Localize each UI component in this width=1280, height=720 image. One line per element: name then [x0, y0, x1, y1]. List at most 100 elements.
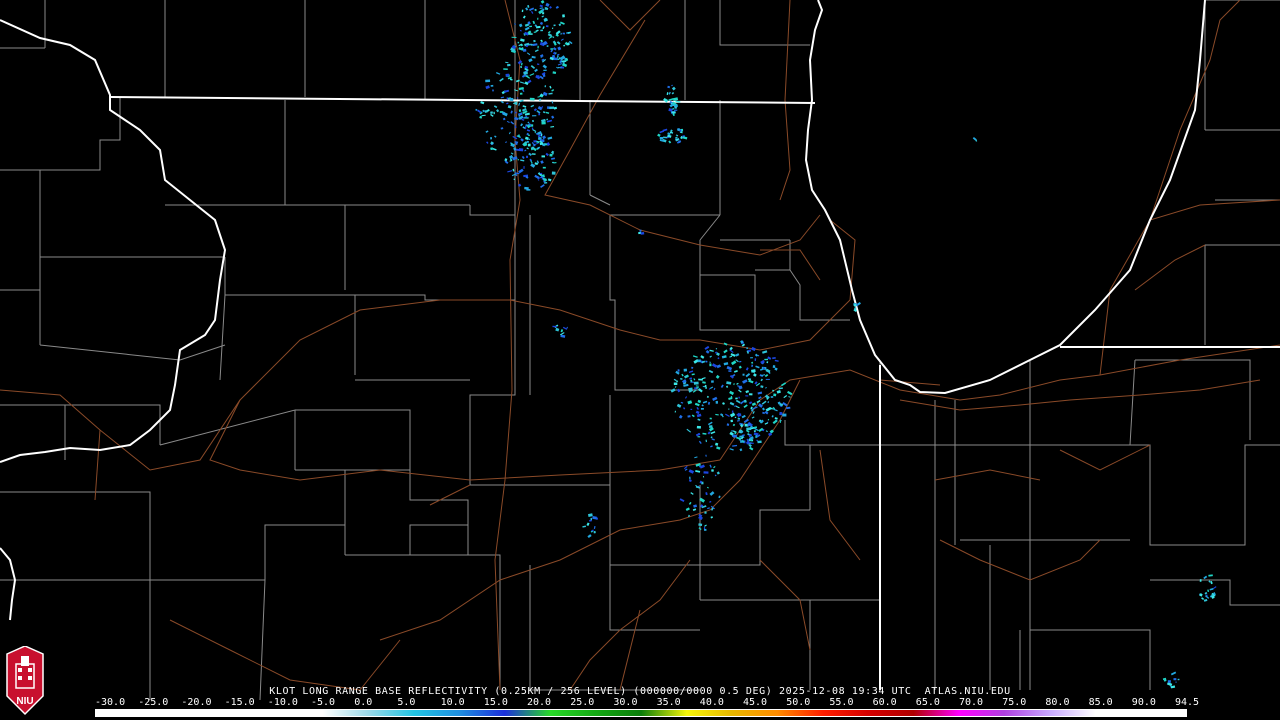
- legend-tick-label: 70.0: [959, 697, 984, 708]
- radar-echo: [676, 138, 679, 141]
- radar-echo: [518, 134, 520, 137]
- radar-echo: [698, 378, 703, 381]
- radar-echo: [709, 417, 712, 420]
- legend-tick-label: -20.0: [181, 697, 212, 708]
- radar-echo: [690, 408, 693, 411]
- radar-echo: [696, 425, 701, 429]
- radar-echo: [513, 178, 515, 181]
- radar-echo: [562, 32, 565, 35]
- radar-echo: [526, 140, 529, 143]
- radar-echo: [1177, 678, 1180, 681]
- radar-echo: [485, 79, 491, 83]
- legend-tick-label: 85.0: [1088, 697, 1113, 708]
- radar-echo: [518, 148, 524, 152]
- radar-echo: [550, 48, 554, 50]
- radar-echo: [782, 413, 787, 417]
- radar-echo: [745, 395, 749, 397]
- radar-echo: [750, 357, 753, 359]
- legend-tick-label: 30.0: [613, 697, 638, 708]
- radar-echo: [544, 7, 547, 10]
- radar-echo: [499, 111, 504, 113]
- radar-echo: [734, 416, 737, 419]
- legend-tick-label: 65.0: [915, 697, 940, 708]
- radar-echo: [770, 396, 774, 398]
- radar-echo: [747, 378, 752, 381]
- radar-echo: [527, 134, 530, 136]
- radar-echo: [728, 370, 732, 372]
- radar-echo: [490, 137, 493, 140]
- radar-echo: [493, 111, 495, 115]
- radar-echo: [514, 111, 517, 114]
- radar-echo: [764, 358, 769, 361]
- radar-echo: [537, 45, 539, 49]
- radar-echo: [531, 115, 537, 117]
- radar-echo: [533, 39, 536, 43]
- radar-echo: [543, 69, 547, 71]
- radar-echo: [659, 137, 664, 140]
- radar-echo: [522, 48, 527, 52]
- radar-echo: [705, 386, 707, 389]
- radar-echo: [709, 363, 712, 367]
- legend-tick-label: 80.0: [1045, 697, 1070, 708]
- radar-echo: [715, 400, 719, 404]
- radar-echo: [526, 155, 528, 158]
- radar-echo: [549, 153, 553, 157]
- radar-echo: [773, 393, 777, 397]
- radar-echo: [543, 180, 546, 183]
- radar-echo: [531, 146, 535, 150]
- radar-echo: [531, 153, 536, 155]
- legend-tick-label: -30.0: [95, 697, 126, 708]
- radar-echo: [779, 421, 781, 423]
- radar-echo: [748, 393, 753, 396]
- radar-echo: [640, 231, 645, 235]
- radar-echo: [524, 117, 529, 119]
- radar-echo: [754, 358, 757, 361]
- legend-tick-label: 94.5: [1175, 697, 1200, 708]
- radar-echo: [541, 155, 545, 158]
- radar-echo: [490, 84, 494, 87]
- radar-echo: [1173, 678, 1177, 681]
- radar-echo: [673, 382, 678, 385]
- legend-tick-label: 60.0: [872, 697, 897, 708]
- radar-echo: [674, 106, 677, 109]
- radar-echo: [484, 110, 488, 113]
- radar-echo: [551, 171, 556, 175]
- legend-tick-label: 0.0: [354, 697, 373, 708]
- radar-echo: [593, 530, 596, 534]
- radar-echo: [703, 471, 709, 474]
- radar-echo: [519, 92, 523, 95]
- radar-echo: [746, 347, 748, 350]
- legend-tick-label: 50.0: [786, 697, 811, 708]
- radar-echo: [509, 97, 514, 101]
- legend-tick-labels: -30.0 -25.0 -20.0 -15.0 -10.0 -5.0 0.0 5.0 10.0 1…: [95, 697, 1199, 708]
- legend-tick-label: -5.0: [311, 697, 336, 708]
- radar-echo: [527, 143, 531, 147]
- radar-echo: [735, 397, 738, 400]
- radar-echo: [1167, 680, 1171, 683]
- radar-echo: [523, 71, 528, 75]
- radar-echo: [691, 366, 694, 369]
- legend-tick-label: 25.0: [570, 697, 595, 708]
- radar-echo: [533, 140, 537, 143]
- legend-tick-label: 35.0: [656, 697, 681, 708]
- radar-echo: [552, 325, 558, 328]
- legend-tick-label: 90.0: [1131, 697, 1156, 708]
- radar-echo: [503, 68, 508, 70]
- radar-echo: [529, 97, 535, 101]
- radar-echo: [731, 410, 734, 413]
- radar-echo: [765, 378, 770, 380]
- radar-echo: [549, 106, 555, 109]
- legend-tick-label: 15.0: [483, 697, 508, 708]
- radar-echo: [528, 33, 533, 35]
- radar-echo: [772, 365, 776, 369]
- radar-echo: [689, 476, 691, 480]
- radar-echo: [700, 407, 704, 410]
- radar-echo: [703, 527, 706, 530]
- radar-echo: [545, 25, 549, 28]
- radar-echo: [693, 381, 699, 385]
- radar-echo: [544, 181, 548, 184]
- legend-tick-label: 45.0: [743, 697, 768, 708]
- radar-echo: [524, 186, 529, 190]
- radar-echo: [517, 159, 519, 161]
- radar-echo: [730, 419, 734, 423]
